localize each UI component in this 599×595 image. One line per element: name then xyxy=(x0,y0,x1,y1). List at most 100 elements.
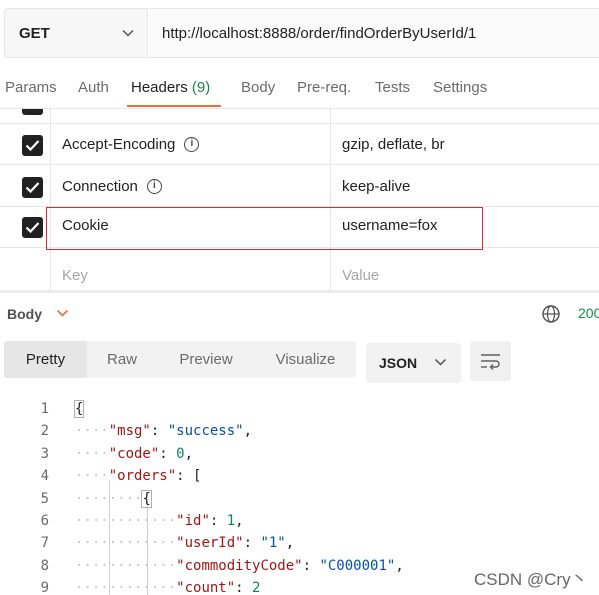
line-number: 7 xyxy=(40,535,49,552)
json-punct: , xyxy=(235,513,244,529)
json-value: 2 xyxy=(252,580,261,595)
code-line: 5 ········{ xyxy=(0,488,599,510)
header-key-cell[interactable]: Connection i xyxy=(51,166,331,206)
code-text: ····"code": 0, xyxy=(75,443,193,465)
json-value: "1" xyxy=(260,535,286,552)
highlight-box xyxy=(46,207,483,250)
code-text: ············"count": 2 xyxy=(75,577,260,595)
code-line: 4 ····"orders": [ xyxy=(0,465,599,487)
json-separator: : xyxy=(176,468,194,485)
tab-headers[interactable]: Headers (9) xyxy=(131,76,210,108)
indent-dots: ············ xyxy=(75,513,177,529)
json-value: 0 xyxy=(176,445,185,462)
code-line: 7 ············"userId": "1", xyxy=(0,532,599,554)
url-text: http://localhost:8888/order/findOrderByU… xyxy=(162,24,477,42)
json-separator: : xyxy=(159,445,177,462)
new-key-input[interactable]: Key xyxy=(51,248,331,290)
table-row: Accept-Encoding i gzip, deflate, br xyxy=(0,124,599,165)
indent-dots: ············ xyxy=(75,535,177,552)
check-icon xyxy=(25,140,40,152)
tab-headers-label: Headers xyxy=(131,79,188,96)
tab-auth[interactable]: Auth xyxy=(78,76,109,108)
view-raw-button[interactable]: Raw xyxy=(87,341,157,378)
json-punct: { xyxy=(141,489,152,508)
tab-settings[interactable]: Settings xyxy=(433,76,487,108)
code-line: 6 ············"id": 1, xyxy=(0,510,599,532)
code-text: ············"id": 1, xyxy=(75,510,244,532)
code-line: 2 ····"msg": "success", xyxy=(0,420,599,442)
json-punct: , xyxy=(184,445,194,462)
json-separator: : xyxy=(150,423,168,440)
indent-dots: ···· xyxy=(75,423,109,440)
wrap-lines-button[interactable] xyxy=(470,341,511,381)
json-punct: [ xyxy=(193,468,202,485)
format-label: JSON xyxy=(379,355,418,371)
tab-prereq[interactable]: Pre-req. xyxy=(297,76,351,108)
code-brace: { xyxy=(73,400,85,418)
url-input[interactable]: http://localhost:8888/order/findOrderByU… xyxy=(149,8,599,58)
checkbox[interactable] xyxy=(22,135,43,156)
json-punct: , xyxy=(243,423,253,440)
json-separator: : xyxy=(302,557,320,574)
checkbox[interactable] xyxy=(22,217,43,238)
check-icon xyxy=(25,182,40,194)
format-select[interactable]: JSON xyxy=(366,343,461,383)
key-placeholder: Key xyxy=(62,267,88,284)
json-value: "success" xyxy=(167,423,244,440)
tab-body[interactable]: Body xyxy=(241,76,275,108)
checkbox[interactable] xyxy=(22,109,43,115)
view-preview-button[interactable]: Preview xyxy=(157,341,255,378)
checkbox[interactable] xyxy=(22,177,43,198)
info-icon[interactable]: i xyxy=(146,178,162,194)
view-visualize-button[interactable]: Visualize xyxy=(255,341,356,378)
header-value: gzip, deflate, br xyxy=(342,135,445,153)
json-key: "orders" xyxy=(108,468,177,485)
line-number: 9 xyxy=(40,580,49,595)
json-punct: , xyxy=(285,535,295,552)
status-code: 200 xyxy=(578,305,599,321)
header-key: Accept-Encoding xyxy=(62,135,176,153)
indent-dots: ············ xyxy=(75,580,177,595)
method-select[interactable]: GET xyxy=(4,8,148,58)
code-text: ············"userId": "1", xyxy=(75,532,294,554)
watermark: CSDN @Cry丶 xyxy=(474,570,588,589)
response-header: Body 200 xyxy=(0,290,599,336)
indent-dots: ········ xyxy=(75,490,143,507)
tab-tests[interactable]: Tests xyxy=(375,76,410,108)
chevron-down-icon xyxy=(434,358,447,366)
line-number: 6 xyxy=(40,513,49,529)
response-body-label[interactable]: Body xyxy=(7,306,42,322)
header-value-cell[interactable]: gzip, deflate, br xyxy=(331,124,599,164)
line-number: 8 xyxy=(40,557,49,574)
method-label: GET xyxy=(19,24,50,42)
json-key: "msg" xyxy=(108,423,151,440)
info-icon[interactable]: i xyxy=(184,136,200,152)
new-value-input[interactable]: Value xyxy=(331,248,599,290)
line-number: 3 xyxy=(40,445,49,462)
line-number: 5 xyxy=(40,490,49,507)
header-key-cell[interactable]: Accept-Encoding i xyxy=(51,124,331,164)
header-value-cell[interactable]: keep-alive xyxy=(331,166,599,206)
wrap-lines-icon xyxy=(481,354,500,370)
json-key: "id" xyxy=(176,513,210,529)
json-separator: : xyxy=(209,513,227,529)
table-row xyxy=(0,109,599,124)
code-text: ········{ xyxy=(75,488,152,510)
chevron-down-icon[interactable] xyxy=(56,308,69,318)
json-key: "commodityCode" xyxy=(176,557,303,574)
headers-table: Accept-Encoding i gzip, deflate, br Conn… xyxy=(0,108,599,290)
code-line: 1{ xyxy=(0,398,599,420)
view-pretty-button[interactable]: Pretty xyxy=(4,341,87,378)
json-value: "C000001" xyxy=(319,557,396,574)
tab-params[interactable]: Params xyxy=(5,76,57,108)
json-key: "code" xyxy=(108,445,160,462)
globe-icon[interactable] xyxy=(541,304,561,324)
request-bar: GET http://localhost:8888/order/findOrde… xyxy=(0,8,599,58)
code-text: ····"msg": "success", xyxy=(75,420,252,442)
json-value: 1 xyxy=(226,513,236,529)
line-number: 1 xyxy=(40,401,49,417)
json-separator: : xyxy=(243,535,261,552)
table-row-new: Key Value xyxy=(0,248,599,290)
request-tabs: Params Auth Headers (9) Body Pre-req. Te… xyxy=(0,76,599,108)
indent-dots: ···· xyxy=(75,468,109,485)
